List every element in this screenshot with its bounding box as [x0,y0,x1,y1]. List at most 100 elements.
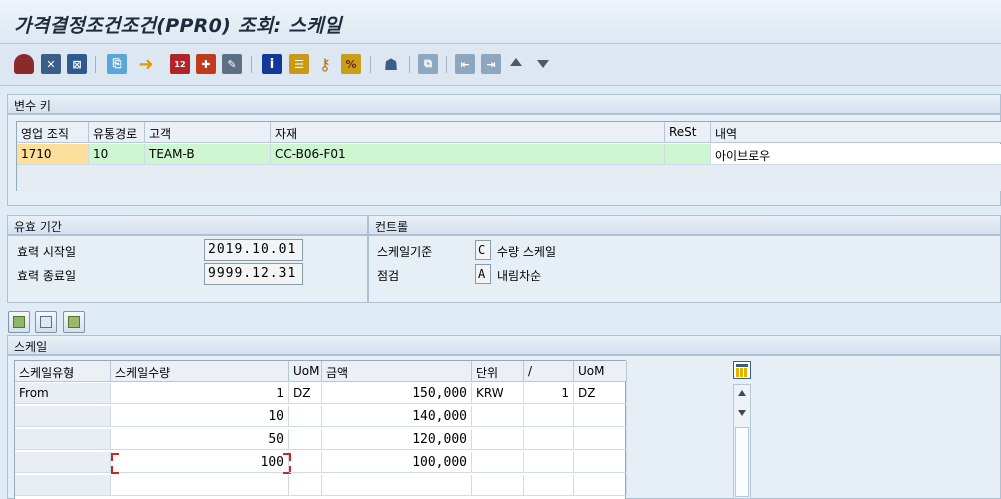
cell-unit[interactable]: KRW [472,383,524,404]
variable-key-table: 영업 조직 유통경로 고객 자재 ReSt 내역 1710 10 TEAM-B … [16,121,1001,191]
cancel-icon[interactable]: ⊠ [67,54,87,74]
cell-uom[interactable] [289,475,322,496]
cell-amount[interactable]: 150,000 [322,383,472,404]
cell-channel[interactable]: 10 [89,144,145,165]
col-unit[interactable]: 단위 [472,361,524,382]
col-amount[interactable]: 금액 [322,361,472,382]
cell-uom2[interactable] [574,406,627,427]
cell-per[interactable] [524,429,574,450]
cell-unit[interactable] [472,475,524,496]
back-icon[interactable] [14,54,34,74]
cell-amount[interactable]: 100,000 [322,452,472,473]
up-icon[interactable] [510,58,522,66]
delete-line-icon [40,316,52,328]
scale-basis-code[interactable]: C [475,240,491,260]
cell-scale-qty[interactable]: 10 [111,406,289,427]
cell-per[interactable] [524,475,574,496]
validity-header: 유효 기간 [7,215,368,235]
copy-icon[interactable]: ⧉ [418,54,438,74]
col-scale-qty[interactable]: 스케일수량 [111,361,289,382]
info-icon[interactable]: i [262,54,282,74]
empty-row-area [17,165,1001,191]
key-icon[interactable]: ⚷ [315,54,335,74]
col-uom[interactable]: UoM [289,361,322,382]
last-page-icon[interactable]: ⇥ [481,54,501,74]
end-date-label: 효력 종료일 [17,269,77,283]
scroll-thumb[interactable] [735,427,749,497]
scale-basis-label: 스케일기준 [377,245,433,259]
edit-icon[interactable]: ✎ [222,54,242,74]
control-panel [368,235,1001,303]
scroll-down-icon[interactable] [738,410,746,416]
scale-table: 스케일유형 스케일수량 UoM 금액 단위 / UoM From 1 DZ 15… [14,360,627,499]
cell-per[interactable]: 1 [524,383,574,404]
first-page-icon[interactable]: ⇤ [455,54,475,74]
execute-icon[interactable]: ➜ [136,54,156,75]
cell-amount[interactable] [322,475,472,496]
check-text: 내림차순 [497,269,542,283]
cell-per[interactable] [524,452,574,473]
end-date-field[interactable]: 9999.12.31 [204,263,303,285]
vertical-scrollbar[interactable] [733,384,751,499]
delete-line-button[interactable] [35,311,57,333]
col-description[interactable]: 내역 [711,122,1001,143]
cell-description[interactable]: 아이브로우 [711,144,1001,165]
start-date-field[interactable]: 2019.10.01 [204,239,303,261]
title-bar: 가격결정조건조건(PPR0) 조회: 스케일 [0,0,1001,44]
cell-sales-org[interactable]: 1710 [17,144,89,165]
col-scale-type[interactable]: 스케일유형 [15,361,111,382]
detail-line-button[interactable] [63,311,85,333]
cell-unit[interactable] [472,452,524,473]
window-title: 가격결정조건조건(PPR0) 조회: 스케일 [14,15,342,37]
col-channel[interactable]: 유통경로 [89,122,145,143]
cell-rest[interactable] [665,144,711,165]
cell-scale-qty[interactable]: 1 [111,383,289,404]
col-per[interactable]: / [524,361,574,382]
start-date-label: 효력 시작일 [17,245,77,259]
focus-corner-tl [111,453,119,461]
col-rest[interactable]: ReSt [665,122,711,143]
cell-uom2[interactable] [574,429,627,450]
cell-unit[interactable] [472,406,524,427]
scale-basis-text: 수량 스케일 [497,245,557,259]
cell-scale-qty[interactable]: 50 [111,429,289,450]
table-row [15,452,111,473]
other-condition-icon[interactable]: ⎘ [107,54,127,74]
table-settings-icon[interactable] [733,361,751,379]
cell-scale-qty[interactable] [111,475,289,496]
scroll-up-icon[interactable] [738,390,746,396]
cell-material[interactable]: CC-B06-F01 [271,144,665,165]
cell-uom[interactable]: DZ [289,383,322,404]
col-material[interactable]: 자재 [271,122,665,143]
cell-amount[interactable]: 120,000 [322,429,472,450]
table-row [15,429,111,450]
list-icon[interactable]: ☰ [289,54,309,74]
cell-uom[interactable] [289,429,322,450]
cell-uom2[interactable] [574,475,627,496]
down-icon[interactable] [537,60,549,68]
calendar-icon[interactable]: 12 [170,54,190,74]
cell-amount[interactable]: 140,000 [322,406,472,427]
table-row [15,475,111,496]
person-icon[interactable]: ☗ [381,54,401,74]
gift-icon[interactable]: ✚ [196,54,216,74]
detail-line-icon [68,316,80,328]
col-uom2[interactable]: UoM [574,361,627,382]
scale-icon[interactable]: % [341,54,361,74]
exit-icon[interactable]: ✕ [41,54,61,74]
cell-per[interactable] [524,406,574,427]
cell-uom2[interactable]: DZ [574,383,627,404]
col-customer[interactable]: 고객 [145,122,271,143]
cell-uom[interactable] [289,452,322,473]
table-row: From [15,383,111,404]
cell-uom2[interactable] [574,452,627,473]
cell-scale-qty-focused[interactable]: 100 [111,452,289,473]
cell-uom[interactable] [289,406,322,427]
check-label: 점검 [377,269,400,283]
col-sales-org[interactable]: 영업 조직 [17,122,89,143]
insert-line-button[interactable] [8,311,30,333]
cell-unit[interactable] [472,429,524,450]
table-row [15,406,111,427]
cell-customer[interactable]: TEAM-B [145,144,271,165]
check-code[interactable]: A [475,264,491,284]
